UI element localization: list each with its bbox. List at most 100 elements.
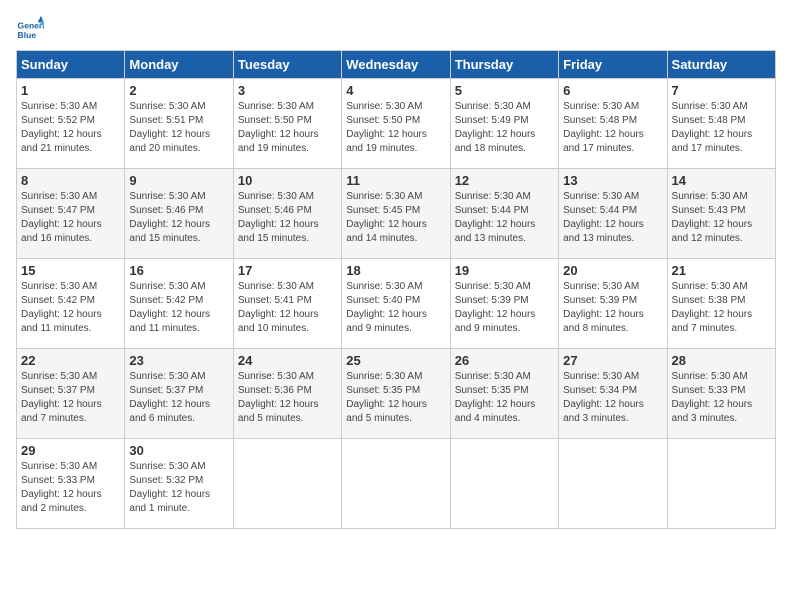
day-number: 24 [238,353,337,368]
day-info: Sunrise: 5:30 AMSunset: 5:37 PMDaylight:… [129,371,210,424]
calendar-cell [233,439,341,529]
day-info: Sunrise: 5:30 AMSunset: 5:48 PMDaylight:… [563,101,644,154]
day-number: 5 [455,83,554,98]
calendar-cell [559,439,667,529]
calendar-week-row: 29 Sunrise: 5:30 AMSunset: 5:33 PMDayligh… [17,439,776,529]
calendar-cell: 22 Sunrise: 5:30 AMSunset: 5:37 PMDayligh… [17,349,125,439]
day-info: Sunrise: 5:30 AMSunset: 5:45 PMDaylight:… [346,191,427,244]
day-info: Sunrise: 5:30 AMSunset: 5:34 PMDaylight:… [563,371,644,424]
day-number: 17 [238,263,337,278]
day-info: Sunrise: 5:30 AMSunset: 5:50 PMDaylight:… [346,101,427,154]
day-number: 8 [21,173,120,188]
day-info: Sunrise: 5:30 AMSunset: 5:39 PMDaylight:… [563,281,644,334]
day-number: 29 [21,443,120,458]
calendar-cell: 15 Sunrise: 5:30 AMSunset: 5:42 PMDayligh… [17,259,125,349]
day-info: Sunrise: 5:30 AMSunset: 5:35 PMDaylight:… [455,371,536,424]
day-info: Sunrise: 5:30 AMSunset: 5:49 PMDaylight:… [455,101,536,154]
logo-icon: General Blue [16,16,44,44]
calendar-cell [667,439,775,529]
calendar-cell: 3 Sunrise: 5:30 AMSunset: 5:50 PMDaylight… [233,79,341,169]
weekday-header-cell: Friday [559,51,667,79]
calendar-cell: 18 Sunrise: 5:30 AMSunset: 5:40 PMDayligh… [342,259,450,349]
calendar-cell: 20Sunrise: 5:30 AMSunset: 5:39 PMDayligh… [559,259,667,349]
weekday-header-cell: Monday [125,51,233,79]
calendar-cell: 5 Sunrise: 5:30 AMSunset: 5:49 PMDaylight… [450,79,558,169]
day-number: 1 [21,83,120,98]
calendar-cell: 13Sunrise: 5:30 AMSunset: 5:44 PMDayligh… [559,169,667,259]
day-number: 6 [563,83,662,98]
day-number: 9 [129,173,228,188]
calendar-cell: 30 Sunrise: 5:30 AMSunset: 5:32 PMDayligh… [125,439,233,529]
day-number: 3 [238,83,337,98]
day-number: 27 [563,353,662,368]
day-number: 19 [455,263,554,278]
day-info: Sunrise: 5:30 AMSunset: 5:50 PMDaylight:… [238,101,319,154]
calendar-cell: 14 Sunrise: 5:30 AMSunset: 5:43 PMDayligh… [667,169,775,259]
weekday-header-cell: Wednesday [342,51,450,79]
day-number: 15 [21,263,120,278]
weekday-header-cell: Sunday [17,51,125,79]
day-number: 10 [238,173,337,188]
calendar-cell [450,439,558,529]
calendar-cell: 6 Sunrise: 5:30 AMSunset: 5:48 PMDaylight… [559,79,667,169]
calendar-cell: 25 Sunrise: 5:30 AMSunset: 5:35 PMDayligh… [342,349,450,439]
day-number: 11 [346,173,445,188]
calendar-cell: 7Sunrise: 5:30 AMSunset: 5:48 PMDaylight… [667,79,775,169]
weekday-header-cell: Tuesday [233,51,341,79]
calendar-cell: 16 Sunrise: 5:30 AMSunset: 5:42 PMDayligh… [125,259,233,349]
calendar-cell: 9Sunrise: 5:30 AMSunset: 5:46 PMDaylight… [125,169,233,259]
day-info: Sunrise: 5:30 AMSunset: 5:41 PMDaylight:… [238,281,319,334]
day-info: Sunrise: 5:30 AMSunset: 5:32 PMDaylight:… [129,461,210,514]
calendar-body: 1 Sunrise: 5:30 AMSunset: 5:52 PMDaylight… [17,79,776,529]
day-info: Sunrise: 5:30 AMSunset: 5:44 PMDaylight:… [455,191,536,244]
day-number: 18 [346,263,445,278]
calendar-cell: 26 Sunrise: 5:30 AMSunset: 5:35 PMDayligh… [450,349,558,439]
calendar-cell: 17 Sunrise: 5:30 AMSunset: 5:41 PMDayligh… [233,259,341,349]
calendar-week-row: 22 Sunrise: 5:30 AMSunset: 5:37 PMDayligh… [17,349,776,439]
calendar-cell [342,439,450,529]
day-number: 22 [21,353,120,368]
calendar-cell: 1 Sunrise: 5:30 AMSunset: 5:52 PMDaylight… [17,79,125,169]
day-info: Sunrise: 5:30 AMSunset: 5:36 PMDaylight:… [238,371,319,424]
day-info: Sunrise: 5:30 AMSunset: 5:35 PMDaylight:… [346,371,427,424]
day-number: 4 [346,83,445,98]
calendar-cell: 2Sunrise: 5:30 AMSunset: 5:51 PMDaylight… [125,79,233,169]
day-info: Sunrise: 5:30 AMSunset: 5:52 PMDaylight:… [21,101,102,154]
calendar-cell: 8 Sunrise: 5:30 AMSunset: 5:47 PMDaylight… [17,169,125,259]
day-info: Sunrise: 5:30 AMSunset: 5:39 PMDaylight:… [455,281,536,334]
calendar-week-row: 8 Sunrise: 5:30 AMSunset: 5:47 PMDaylight… [17,169,776,259]
day-number: 30 [129,443,228,458]
calendar-week-row: 15 Sunrise: 5:30 AMSunset: 5:42 PMDayligh… [17,259,776,349]
calendar-cell: 29 Sunrise: 5:30 AMSunset: 5:33 PMDayligh… [17,439,125,529]
weekday-header-cell: Saturday [667,51,775,79]
calendar-cell: 21 Sunrise: 5:30 AMSunset: 5:38 PMDayligh… [667,259,775,349]
day-number: 28 [672,353,771,368]
day-info: Sunrise: 5:30 AMSunset: 5:40 PMDaylight:… [346,281,427,334]
day-number: 16 [129,263,228,278]
day-info: Sunrise: 5:30 AMSunset: 5:37 PMDaylight:… [21,371,102,424]
weekday-header-row: SundayMondayTuesdayWednesdayThursdayFrid… [17,51,776,79]
weekday-header-cell: Thursday [450,51,558,79]
calendar-cell: 24 Sunrise: 5:30 AMSunset: 5:36 PMDayligh… [233,349,341,439]
day-number: 25 [346,353,445,368]
day-info: Sunrise: 5:30 AMSunset: 5:42 PMDaylight:… [129,281,210,334]
day-number: 2 [129,83,228,98]
day-info: Sunrise: 5:30 AMSunset: 5:43 PMDaylight:… [672,191,753,244]
calendar-cell: 23Sunrise: 5:30 AMSunset: 5:37 PMDayligh… [125,349,233,439]
day-info: Sunrise: 5:30 AMSunset: 5:47 PMDaylight:… [21,191,102,244]
day-info: Sunrise: 5:30 AMSunset: 5:46 PMDaylight:… [238,191,319,244]
day-number: 26 [455,353,554,368]
calendar-week-row: 1 Sunrise: 5:30 AMSunset: 5:52 PMDaylight… [17,79,776,169]
calendar-cell: 12 Sunrise: 5:30 AMSunset: 5:44 PMDayligh… [450,169,558,259]
calendar-cell: 11 Sunrise: 5:30 AMSunset: 5:45 PMDayligh… [342,169,450,259]
day-info: Sunrise: 5:30 AMSunset: 5:42 PMDaylight:… [21,281,102,334]
day-info: Sunrise: 5:30 AMSunset: 5:33 PMDaylight:… [21,461,102,514]
day-number: 14 [672,173,771,188]
day-number: 21 [672,263,771,278]
day-number: 12 [455,173,554,188]
day-info: Sunrise: 5:30 AMSunset: 5:48 PMDaylight:… [672,101,753,154]
calendar-cell: 19 Sunrise: 5:30 AMSunset: 5:39 PMDayligh… [450,259,558,349]
day-info: Sunrise: 5:30 AMSunset: 5:44 PMDaylight:… [563,191,644,244]
calendar-cell: 10 Sunrise: 5:30 AMSunset: 5:46 PMDayligh… [233,169,341,259]
day-info: Sunrise: 5:30 AMSunset: 5:38 PMDaylight:… [672,281,753,334]
